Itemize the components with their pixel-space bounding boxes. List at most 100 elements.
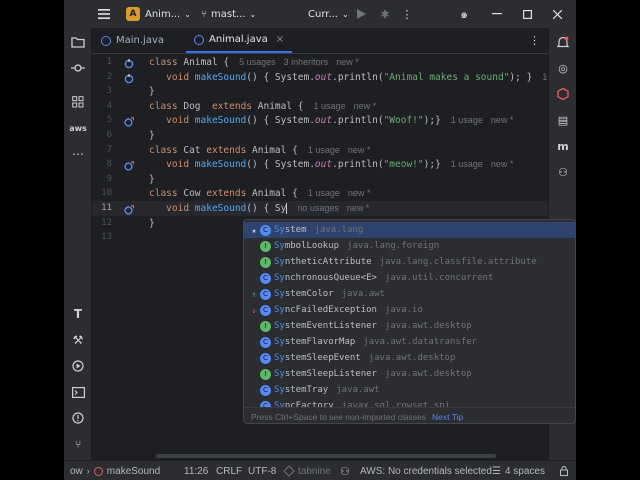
completion-item[interactable]: C SystemFlavorMap java.awt.datatransfer xyxy=(244,334,575,350)
close-tab-icon[interactable]: × xyxy=(276,34,284,45)
line-separator[interactable]: CRLF xyxy=(216,461,242,480)
copilot-status-icon[interactable]: ⚇ xyxy=(340,461,350,480)
completion-item[interactable]: ↓ C SyncFailedException java.io xyxy=(244,302,575,318)
run-icon[interactable] xyxy=(354,0,368,28)
project-folder-icon[interactable] xyxy=(70,34,86,50)
item-package: java.awt xyxy=(341,289,385,299)
services-icon[interactable] xyxy=(70,358,86,374)
completion-item[interactable]: C SystemTray java.awt xyxy=(244,382,575,398)
ai-chat-icon[interactable]: ◎ xyxy=(555,60,571,76)
completion-item[interactable]: I SyntheticAttribute java.lang.classfile.a… xyxy=(244,254,575,270)
method-name-token: makeSound xyxy=(194,115,247,127)
ide-window: A Anim... ⌄ ⑂ mast... ⌄ Curr... ⌄ ✱ ⋮ ๑ xyxy=(64,0,576,480)
terminal-t-icon[interactable]: T xyxy=(70,306,86,322)
tabnine-icon[interactable] xyxy=(555,86,571,102)
item-name-match: Sy xyxy=(274,241,285,251)
completion-item[interactable]: I SystemEventListener java.awt.desktop xyxy=(244,318,575,334)
breadcrumb[interactable]: ow › makeSound xyxy=(70,461,160,480)
item-name-match: Sy xyxy=(274,289,285,299)
code-token: } xyxy=(149,217,155,229)
completion-item[interactable]: I SymbolLookup java.lang.foreign xyxy=(244,238,575,254)
item-name: SystemTray xyxy=(274,385,328,395)
code-line: void makeSound() { Sy no usages new * xyxy=(149,203,369,214)
code-vision-hints[interactable]: 1 usage xyxy=(542,72,548,82)
maximize-icon[interactable] xyxy=(520,0,534,28)
close-window-icon[interactable] xyxy=(550,0,564,28)
notifications-icon[interactable] xyxy=(555,34,571,50)
vcs-branch-widget[interactable]: ⑂ mast... ⌄ xyxy=(201,0,256,28)
terminal-icon[interactable] xyxy=(70,384,86,400)
indent-status[interactable]: ☰ 4 spaces xyxy=(492,461,545,480)
git-icon[interactable]: ⑂ xyxy=(70,436,86,452)
commit-icon[interactable] xyxy=(70,60,86,76)
next-tip-link[interactable]: Next Tip xyxy=(432,412,463,422)
code-vision-hint: new * xyxy=(347,188,371,199)
minimize-icon[interactable] xyxy=(490,0,504,28)
code-vision-hints[interactable]: no usages new * xyxy=(297,203,369,213)
copilot-icon[interactable]: ⚇ xyxy=(555,164,571,180)
build-tools-icon[interactable]: ⚒ xyxy=(70,332,86,348)
tab-label: Main.java xyxy=(116,35,165,46)
code-token: .println( xyxy=(332,115,384,127)
main-menu-icon[interactable] xyxy=(96,0,112,28)
lock-icon[interactable] xyxy=(560,461,568,480)
code-vision-hint: 1 usage xyxy=(450,159,483,170)
aws-credentials-status[interactable]: AWS: No credentials selected xyxy=(360,461,492,480)
code-vision-hints[interactable]: 1 usage new * xyxy=(308,188,371,198)
item-package: java.io xyxy=(384,305,423,315)
code-vision-hints[interactable]: 1 usage new * xyxy=(308,145,371,155)
problems-icon[interactable] xyxy=(70,410,86,426)
implemented-icon[interactable] xyxy=(124,59,134,69)
code-token: .println( xyxy=(332,71,384,83)
code-vision-hints[interactable]: 1 usage new * xyxy=(451,115,514,125)
code-vision-hint: 1 usage xyxy=(450,115,483,126)
database-icon[interactable]: ▤ xyxy=(555,112,571,128)
tabnine-status[interactable]: tabnine xyxy=(283,461,331,480)
code-line: class Dog extends Animal {1 usage new * xyxy=(149,101,376,112)
more-actions-icon[interactable]: ⋮ xyxy=(400,0,414,28)
maven-icon[interactable]: m xyxy=(555,138,571,154)
code-vision-hints[interactable]: 5 usages 3 inheritors new * xyxy=(239,57,359,67)
overrides-icon[interactable] xyxy=(124,117,135,127)
line-number: 8 xyxy=(106,159,112,170)
tab-main-java[interactable]: Main.java xyxy=(92,28,172,53)
overrides-icon[interactable] xyxy=(124,161,135,171)
item-name-match: Sy xyxy=(274,369,285,379)
aws-icon[interactable]: aws xyxy=(69,120,87,136)
structure-icon[interactable] xyxy=(70,94,86,110)
debug-icon[interactable]: ✱ xyxy=(378,0,392,28)
project-widget[interactable]: A Anim... ⌄ xyxy=(126,0,191,28)
code-line: class Cat extends Animal {1 usage new * xyxy=(149,145,370,156)
file-encoding[interactable]: UTF-8 xyxy=(248,461,276,480)
ai-assistant-icon[interactable]: ๑ xyxy=(456,0,472,28)
completion-item[interactable]: ★ C System java.lang xyxy=(244,222,575,238)
class-icon: C xyxy=(260,272,271,284)
code-vision-hints[interactable]: 1 usage new * xyxy=(451,159,514,169)
completion-item[interactable]: C SynchronousQueue<E> java.util.concurrent xyxy=(244,270,575,286)
item-name-match: Sy xyxy=(274,305,285,315)
code-token: () { Sy xyxy=(246,203,287,214)
run-config-widget[interactable]: Curr... ⌄ xyxy=(308,0,349,28)
overrides-icon[interactable] xyxy=(124,205,135,215)
line-number: 5 xyxy=(106,115,112,126)
code-line: } xyxy=(149,86,155,97)
implemented-icon[interactable] xyxy=(124,73,134,84)
title-bar: A Anim... ⌄ ⑂ mast... ⌄ Curr... ⌄ ✱ ⋮ ๑ xyxy=(64,0,576,28)
code-vision-hints[interactable]: 1 usage new * xyxy=(314,101,377,111)
caret-position[interactable]: 11:26 xyxy=(184,461,208,480)
string-token: "meow!" xyxy=(383,159,424,171)
completion-item[interactable]: ↑ C SystemColor java.awt xyxy=(244,286,575,302)
tab-options-icon[interactable]: ⋮ xyxy=(529,34,540,47)
item-package: java.awt.desktop xyxy=(368,353,456,363)
completion-item[interactable]: C SystemSleepEvent java.awt.desktop xyxy=(244,350,575,366)
code-token: } xyxy=(149,130,155,141)
tab-animal-java[interactable]: Animal.java × xyxy=(186,28,293,53)
more-tools-icon[interactable]: ⋯ xyxy=(70,146,86,162)
item-mark: ★ xyxy=(251,225,257,235)
item-name-match: Sy xyxy=(274,321,285,331)
item-package: java.util.concurrent xyxy=(384,273,494,283)
keyword-token: class xyxy=(149,100,178,112)
editor-tabs: Main.java Animal.java × ⋮ xyxy=(92,28,548,54)
completion-item[interactable]: I SystemSleepListener java.awt.desktop xyxy=(244,366,575,382)
horizontal-scrollbar[interactable] xyxy=(156,454,496,458)
